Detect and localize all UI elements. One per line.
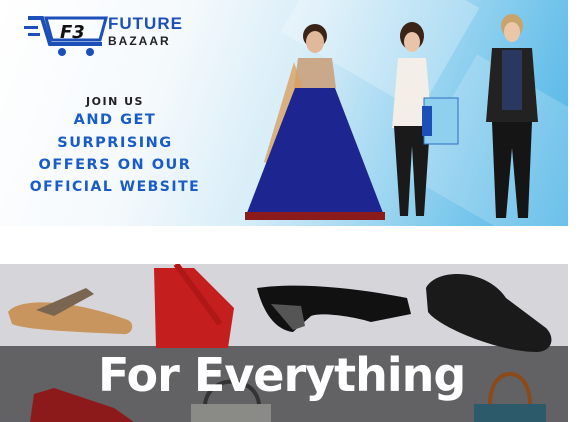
promo-line: AND GET (73, 112, 157, 128)
model-woman-shopping-image (392, 22, 459, 216)
logo-text-future: FUTURE (108, 14, 183, 33)
promo-line: OFFICIAL WEBSITE (29, 179, 201, 195)
model-woman-gown-image (245, 24, 385, 220)
headline-for-everything: For Everything (98, 348, 466, 402)
sunglasses-image (257, 285, 411, 332)
logo-text-bazaar: BAZAAR (108, 34, 171, 48)
brown-handbag-image (474, 372, 546, 422)
loafer-shoe-image (426, 274, 552, 352)
promo-line: JOIN US (86, 95, 144, 108)
red-bag-image (154, 264, 234, 348)
model-man-casual-image (486, 14, 538, 218)
promo-banner-future-bazaar[interactable]: F3 FUTURE BAZAAR JOIN US AND GET SURPRIS… (0, 0, 568, 226)
promo-line: SURPRISING (57, 135, 173, 151)
sandal-image (8, 288, 133, 335)
svg-text:F3: F3 (60, 22, 85, 43)
for-everything-banner[interactable]: For Everything (0, 264, 568, 422)
promo-line: OFFERS ON OUR (38, 157, 192, 173)
